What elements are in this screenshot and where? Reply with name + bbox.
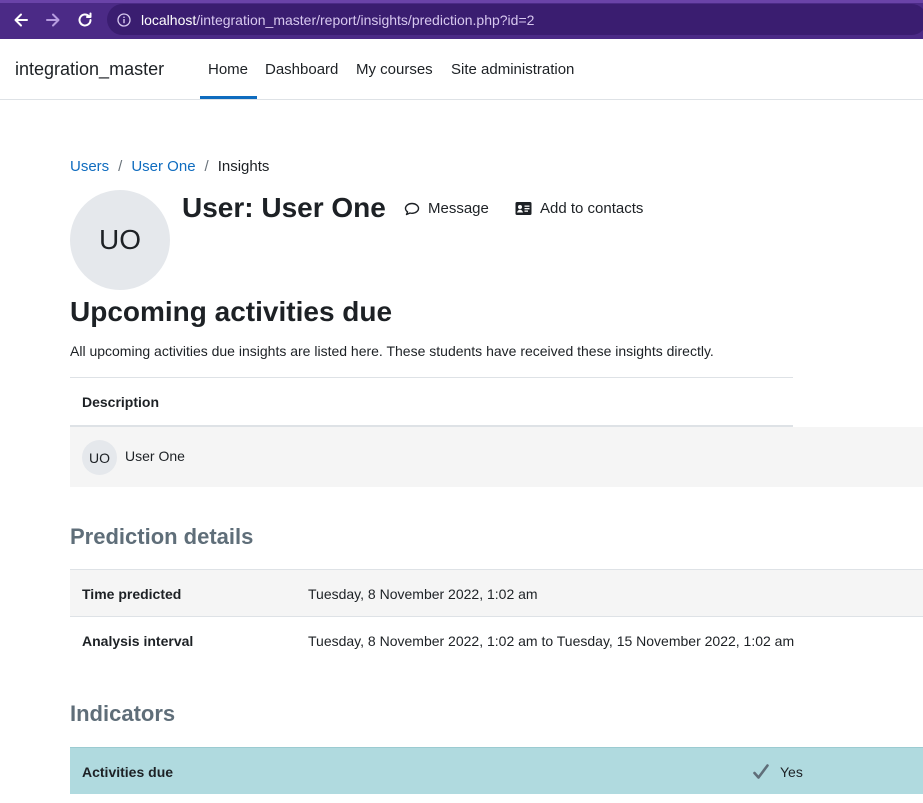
breadcrumb-separator: / bbox=[204, 158, 209, 175]
forward-button[interactable] bbox=[42, 9, 64, 31]
address-bar[interactable]: localhost/integration_master/report/insi… bbox=[107, 4, 923, 35]
url-text: localhost/integration_master/report/insi… bbox=[141, 12, 534, 28]
breadcrumb-users[interactable]: Users bbox=[70, 158, 109, 175]
breadcrumb: Users / User One / Insights bbox=[70, 158, 269, 175]
nav-item-my-courses[interactable]: My courses bbox=[356, 61, 433, 78]
detail-row-analysis-interval: Analysis interval Tuesday, 8 November 20… bbox=[70, 616, 923, 663]
info-icon[interactable] bbox=[117, 12, 131, 27]
table-row: UO User One bbox=[70, 427, 923, 487]
active-nav-indicator bbox=[200, 96, 257, 99]
table-header: Description bbox=[70, 377, 793, 427]
detail-value: Tuesday, 8 November 2022, 1:02 am bbox=[308, 586, 538, 602]
back-button[interactable] bbox=[10, 9, 32, 31]
message-label: Message bbox=[428, 200, 489, 217]
url-path: /integration_master/report/insights/pred… bbox=[196, 11, 535, 28]
breadcrumb-separator: / bbox=[118, 158, 123, 175]
reload-icon bbox=[78, 12, 92, 27]
url-host: localhost bbox=[141, 11, 197, 28]
user-avatar[interactable]: UO bbox=[82, 440, 117, 475]
contact-card-icon bbox=[515, 202, 532, 215]
nav-item-site-administration[interactable]: Site administration bbox=[451, 61, 574, 78]
speech-bubble-icon bbox=[404, 202, 420, 215]
indicator-label: Activities due bbox=[82, 764, 174, 780]
nav-item-home[interactable]: Home bbox=[208, 61, 248, 78]
prediction-details-heading: Prediction details bbox=[70, 524, 254, 549]
check-icon bbox=[753, 764, 769, 779]
arrow-right-icon bbox=[46, 13, 60, 27]
browser-top-line bbox=[0, 0, 923, 3]
message-button[interactable]: Message bbox=[404, 200, 489, 217]
add-to-contacts-label: Add to contacts bbox=[540, 200, 644, 217]
page-title: User: User One bbox=[182, 192, 386, 223]
user-avatar-initials: UO bbox=[89, 449, 110, 466]
insight-title: Upcoming activities due bbox=[70, 296, 393, 327]
nav-item-dashboard[interactable]: Dashboard bbox=[265, 61, 338, 78]
browser-toolbar: localhost/integration_master/report/insi… bbox=[0, 0, 923, 39]
detail-value: Tuesday, 8 November 2022, 1:02 am to Tue… bbox=[308, 633, 795, 649]
breadcrumb-user-one[interactable]: User One bbox=[131, 158, 195, 175]
indicator-value: Yes bbox=[780, 764, 803, 780]
reload-button[interactable] bbox=[74, 9, 96, 31]
add-to-contacts-button[interactable]: Add to contacts bbox=[515, 200, 643, 217]
site-navbar: integration_master Home Dashboard My cou… bbox=[0, 39, 923, 100]
avatar: UO bbox=[70, 190, 170, 290]
avatar-initials: UO bbox=[99, 224, 141, 255]
arrow-left-icon bbox=[14, 13, 28, 27]
site-name[interactable]: integration_master bbox=[15, 59, 164, 80]
column-header-description: Description bbox=[82, 394, 160, 410]
detail-row-time-predicted: Time predicted Tuesday, 8 November 2022,… bbox=[70, 569, 923, 616]
detail-label: Time predicted bbox=[82, 586, 182, 602]
indicators-heading: Indicators bbox=[70, 701, 176, 726]
user-name: User One bbox=[125, 448, 185, 464]
indicator-row-activities-due: Activities due Yes bbox=[70, 747, 923, 794]
insight-description: All upcoming activities due insights are… bbox=[70, 343, 714, 359]
detail-label: Analysis interval bbox=[82, 633, 194, 649]
breadcrumb-current: Insights bbox=[217, 158, 270, 175]
